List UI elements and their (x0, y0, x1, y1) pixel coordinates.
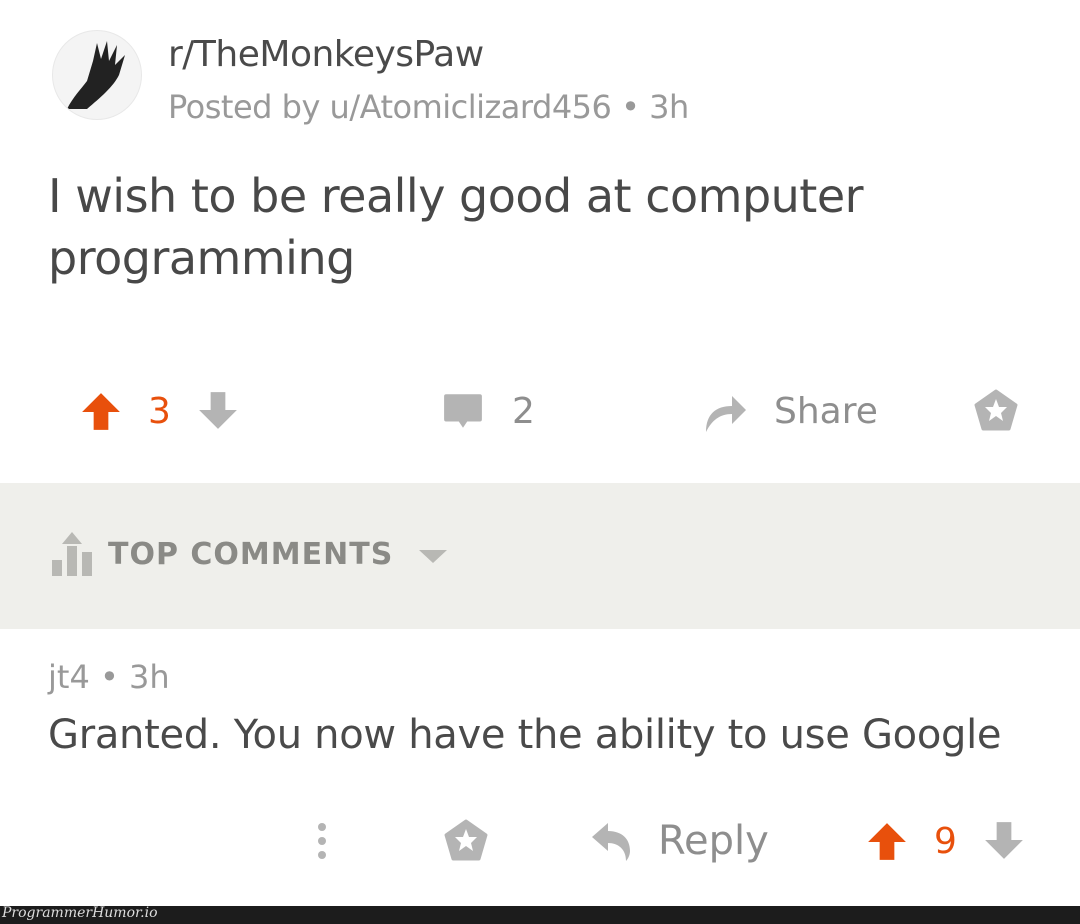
monkey-paw-icon (67, 41, 125, 109)
sort-top-icon (52, 532, 92, 576)
chevron-down-icon (418, 549, 447, 563)
subreddit-avatar[interactable] (52, 30, 142, 120)
share-label: Share (774, 390, 878, 432)
reply-icon (592, 823, 630, 861)
share-button[interactable]: Share (702, 386, 878, 436)
sort-dropdown[interactable]: TOP COMMENTS (108, 537, 447, 572)
post-author[interactable]: Posted by u/Atomiclizard456 (168, 88, 612, 126)
comment-score: 9 (934, 820, 957, 862)
upvote-icon[interactable] (80, 390, 122, 432)
watermark-text: ProgrammerHumor.io (2, 905, 158, 921)
meta-separator: • (99, 658, 119, 696)
post-meta: Posted by u/Atomiclizard456 • 3h (168, 88, 689, 126)
share-icon (706, 396, 746, 432)
post-age: 3h (649, 88, 689, 126)
downvote-icon[interactable] (983, 820, 1025, 862)
comment-body: Granted. You now have the ability to use… (48, 712, 1002, 758)
comment-age: 3h (129, 658, 170, 696)
subreddit-link[interactable]: r/TheMonkeysPaw (168, 34, 484, 75)
meta-separator: • (621, 88, 640, 126)
award-icon (974, 389, 1018, 431)
sort-label: TOP COMMENTS (108, 537, 394, 572)
comment-icon (444, 394, 482, 428)
comment-meta: jt4 • 3h (48, 658, 170, 696)
comment-award-button[interactable] (444, 816, 488, 866)
award-icon (444, 819, 488, 861)
comment-author[interactable]: jt4 (48, 658, 90, 696)
more-options-icon (318, 823, 326, 859)
post-title: I wish to be really good at computer pro… (48, 169, 864, 285)
post-vote-group: 3 (80, 386, 239, 436)
comments-button[interactable]: 2 (442, 386, 535, 436)
reply-button[interactable]: Reply (590, 816, 769, 866)
reply-label: Reply (658, 818, 769, 864)
comment-count: 2 (512, 390, 535, 432)
comment-more-button[interactable] (310, 816, 334, 866)
post-score: 3 (148, 390, 171, 432)
watermark-bar: ProgrammerHumor.io (0, 905, 1080, 924)
comment-vote-group: 9 (866, 816, 1025, 866)
award-button[interactable] (974, 386, 1018, 436)
upvote-icon[interactable] (866, 820, 908, 862)
downvote-icon[interactable] (197, 390, 239, 432)
